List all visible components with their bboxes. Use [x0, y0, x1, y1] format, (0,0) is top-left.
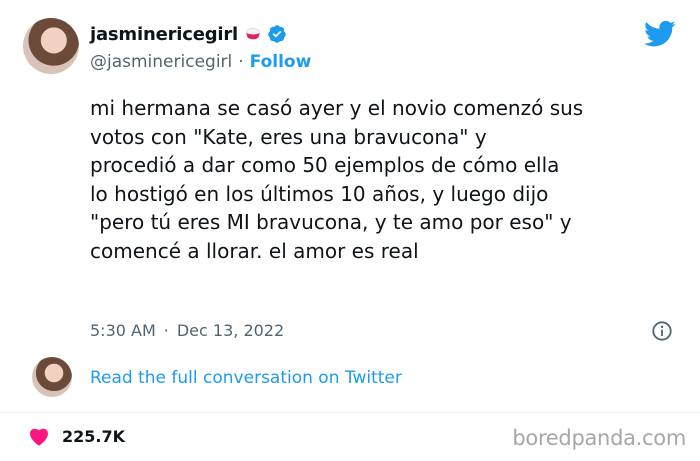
author-name[interactable]: jasminericegirl	[90, 24, 238, 45]
tweet-time[interactable]: 5:30 AM	[90, 321, 156, 340]
name-row: jasminericegirl	[90, 22, 311, 46]
tweet-timestamp[interactable]: 5:30 AM · Dec 13, 2022	[90, 318, 284, 342]
follow-button[interactable]: Follow	[250, 52, 312, 72]
heart-icon[interactable]	[28, 426, 50, 446]
likes-row[interactable]: 225.7K	[28, 424, 125, 448]
author-handle[interactable]: @jasminericegirl	[90, 52, 232, 72]
timestamp-separator: ·	[163, 320, 169, 340]
rice-bowl-icon	[246, 27, 260, 40]
divider	[0, 412, 700, 413]
handle-separator: ·	[238, 52, 244, 72]
tweet-text: mi hermana se casó ayer y el novio comen…	[90, 96, 584, 263]
verified-badge-icon	[268, 25, 286, 43]
twitter-bird-icon[interactable]	[644, 20, 676, 48]
handle-row: @jasminericegirl · Follow	[90, 50, 311, 74]
watermark: boredpanda.com	[512, 426, 686, 450]
info-icon[interactable]	[651, 320, 673, 342]
avatar[interactable]	[23, 18, 79, 74]
read-conversation-link[interactable]: Read the full conversation on Twitter	[90, 366, 402, 390]
conversation-avatar[interactable]	[32, 357, 72, 397]
author-block: jasminericegirl @jasminericegirl · Follo…	[90, 22, 311, 74]
like-count: 225.7K	[62, 426, 126, 446]
tweet-date[interactable]: Dec 13, 2022	[177, 321, 284, 340]
